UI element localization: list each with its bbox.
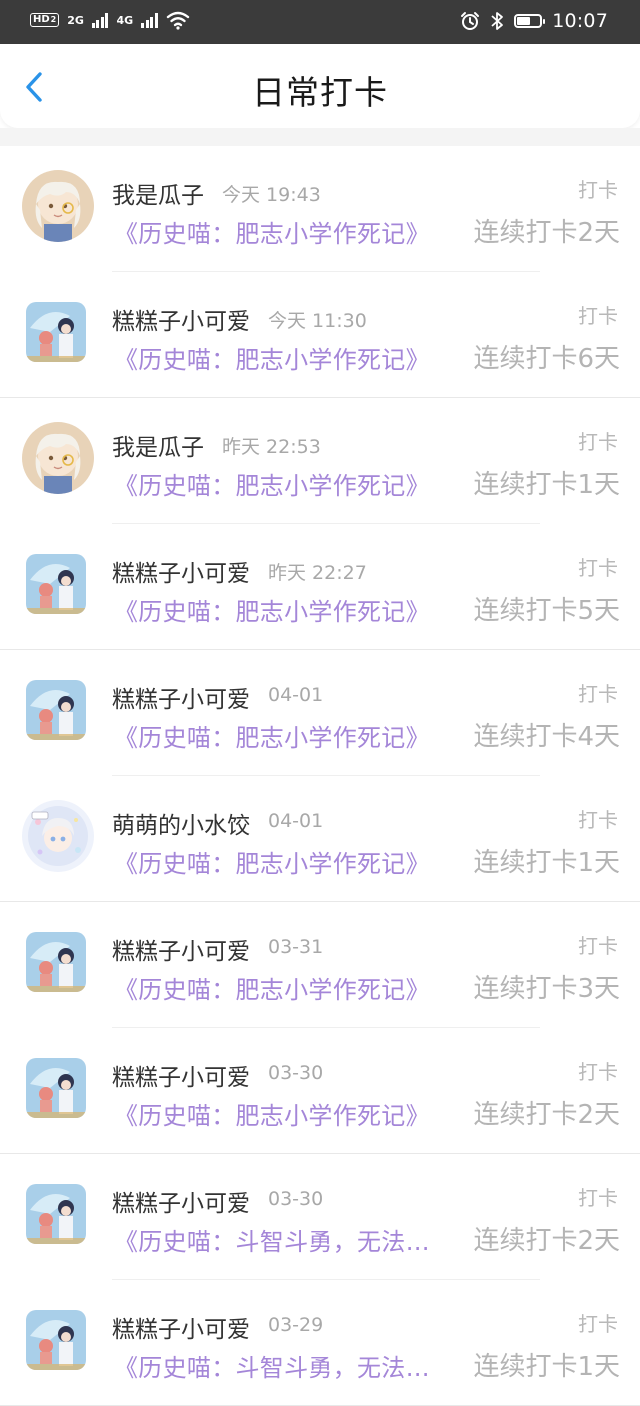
streak-label: 连续打卡2天 [473, 218, 620, 248]
post-time: 03-30 [268, 1062, 324, 1084]
signal-icon [141, 12, 158, 28]
avatar[interactable] [26, 554, 86, 614]
list-item[interactable]: 我是瓜子 昨天 22:53 打卡《历史喵：肥志小学作死记》 连续打卡1天 [0, 398, 640, 524]
checkin-tag: 打卡 [578, 682, 618, 706]
book-title-link[interactable]: 《历史喵：斗智斗勇，无法… [114, 1348, 430, 1383]
clock: 10:07 [552, 10, 608, 32]
user-name: 我是瓜子 [112, 183, 204, 209]
checkin-tag: 打卡 [578, 556, 618, 580]
status-right: 10:07 [460, 10, 608, 32]
book-title-link[interactable]: 《历史喵：肥志小学作死记》 [114, 340, 430, 375]
post-time: 昨天 22:53 [222, 436, 321, 458]
status-bar: HD2 2G 4G 10:07 [0, 0, 640, 44]
bluetooth-icon [491, 12, 504, 30]
streak-label: 连续打卡1天 [473, 470, 620, 500]
post-time: 今天 11:30 [268, 310, 367, 332]
network-4g-label: 4G [116, 13, 134, 27]
user-name: 糕糕子小可爱 [112, 687, 250, 713]
avatar[interactable] [26, 1184, 86, 1244]
checkin-tag: 打卡 [578, 1186, 618, 1210]
book-title-link[interactable]: 《历史喵：肥志小学作死记》 [114, 214, 430, 249]
checkin-tag: 打卡 [578, 1060, 618, 1084]
post-time: 03-30 [268, 1188, 324, 1210]
alarm-icon [461, 12, 480, 30]
list-item[interactable]: 糕糕子小可爱 今天 11:30 打卡《历史喵：肥志小学作死记》 连续打卡6天 [0, 272, 640, 398]
streak-label: 连续打卡4天 [473, 722, 620, 752]
book-title-link[interactable]: 《历史喵：肥志小学作死记》 [114, 592, 430, 627]
user-name: 糕糕子小可爱 [112, 1065, 250, 1091]
list-item[interactable]: 糕糕子小可爱 04-01 打卡《历史喵：肥志小学作死记》 连续打卡4天 [0, 650, 640, 776]
list-item[interactable]: 我是瓜子 今天 19:43 打卡《历史喵：肥志小学作死记》 连续打卡2天 [0, 146, 640, 272]
book-title-link[interactable]: 《历史喵：肥志小学作死记》 [114, 970, 430, 1005]
user-name: 糕糕子小可爱 [112, 561, 250, 587]
streak-label: 连续打卡2天 [473, 1226, 620, 1256]
checkin-tag: 打卡 [578, 1312, 618, 1336]
signal-icon [91, 12, 109, 28]
network-2g-label: 2G [67, 13, 84, 27]
user-name: 我是瓜子 [112, 435, 204, 461]
avatar[interactable] [22, 422, 94, 494]
checkin-list: 我是瓜子 今天 19:43 打卡 《历史喵：肥志小学作死记》 连续打卡2天 糕糕子小可爱… [0, 146, 640, 1406]
post-time: 昨天 22:27 [268, 562, 367, 584]
checkin-tag: 打卡 [578, 178, 618, 202]
battery-icon [514, 14, 546, 28]
user-name: 糕糕子小可爱 [112, 1191, 250, 1217]
streak-label: 连续打卡1天 [473, 848, 620, 878]
avatar[interactable] [26, 932, 86, 992]
post-time: 04-01 [268, 810, 324, 832]
user-name: 糕糕子小可爱 [112, 939, 250, 965]
checkin-tag: 打卡 [578, 934, 618, 958]
checkin-tag: 打卡 [578, 430, 618, 454]
list-item[interactable]: 糕糕子小可爱 03-30 打卡《历史喵：肥志小学作死记》 连续打卡2天 [0, 1028, 640, 1154]
avatar[interactable] [26, 1310, 86, 1370]
list-item[interactable]: 糕糕子小可爱 03-31 打卡《历史喵：肥志小学作死记》 连续打卡3天 [0, 902, 640, 1028]
hd-icon: HD2 [30, 13, 60, 27]
avatar[interactable] [26, 302, 86, 362]
avatar[interactable] [26, 680, 86, 740]
post-time: 03-29 [268, 1314, 324, 1336]
book-title-link[interactable]: 《历史喵：肥志小学作死记》 [114, 718, 430, 753]
post-time: 今天 19:43 [222, 184, 321, 206]
streak-label: 连续打卡6天 [473, 344, 620, 374]
book-title-link[interactable]: 《历史喵：肥志小学作死记》 [114, 1096, 430, 1131]
user-name: 糕糕子小可爱 [112, 309, 250, 335]
page-title: 日常打卡 [252, 73, 388, 112]
streak-label: 连续打卡5天 [473, 596, 620, 626]
streak-label: 连续打卡1天 [473, 1352, 620, 1382]
post-time: 04-01 [268, 684, 324, 706]
avatar[interactable] [26, 1058, 86, 1118]
user-name: 萌萌的小水饺 [112, 813, 250, 839]
checkin-tag: 打卡 [578, 304, 618, 328]
list-item[interactable]: 糕糕子小可爱 03-29 打卡《历史喵：斗智斗勇，无法… 连续打卡1天 [0, 1280, 640, 1406]
list-item[interactable]: 萌萌的小水饺 04-01 打卡《历史喵：肥志小学作死记》 连续打卡1天 [0, 776, 640, 902]
post-time: 03-31 [268, 936, 324, 958]
nav-header: 日常打卡 [0, 44, 640, 128]
avatar[interactable] [22, 170, 94, 242]
streak-label: 连续打卡2天 [473, 1100, 620, 1130]
streak-label: 连续打卡3天 [473, 974, 620, 1004]
book-title-link[interactable]: 《历史喵：肥志小学作死记》 [114, 466, 430, 501]
wifi-icon [166, 11, 189, 30]
header-gap [0, 128, 640, 146]
book-title-link[interactable]: 《历史喵：肥志小学作死记》 [114, 844, 430, 879]
user-name: 糕糕子小可爱 [112, 1317, 250, 1343]
checkin-tag: 打卡 [578, 808, 618, 832]
avatar[interactable] [22, 800, 94, 872]
status-left: HD2 2G 4G [30, 10, 190, 30]
book-title-link[interactable]: 《历史喵：斗智斗勇，无法… [114, 1222, 430, 1257]
list-item[interactable]: 糕糕子小可爱 昨天 22:27 打卡《历史喵：肥志小学作死记》 连续打卡5天 [0, 524, 640, 650]
list-item[interactable]: 糕糕子小可爱 03-30 打卡《历史喵：斗智斗勇，无法… 连续打卡2天 [0, 1154, 640, 1280]
